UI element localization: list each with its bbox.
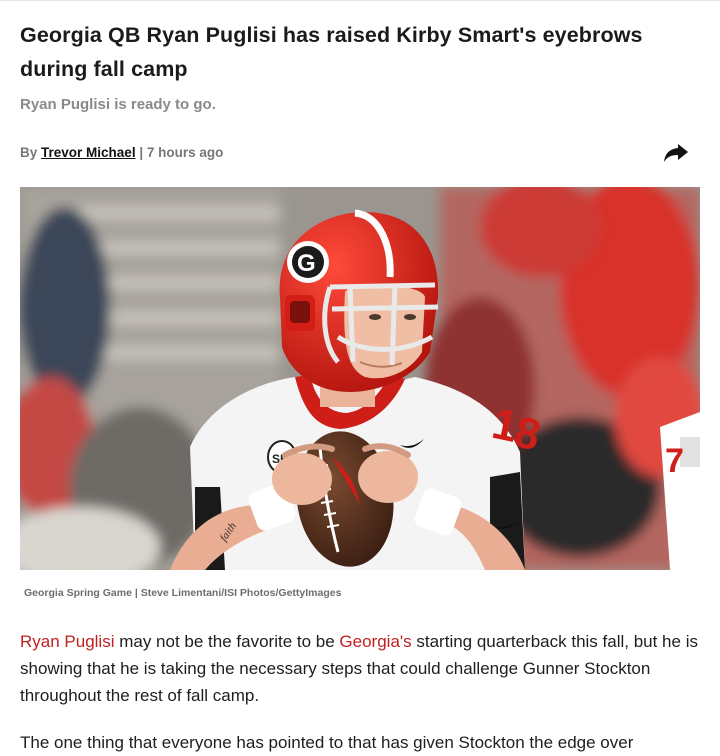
paragraph-1-text-a: may not be the favorite to be <box>114 632 340 651</box>
link-ryan-puglisi[interactable]: Ryan Puglisi <box>20 632 115 651</box>
paragraph-2: The one thing that everyone has pointed … <box>20 733 634 752</box>
svg-text:7: 7 <box>665 442 684 480</box>
paragraph-1: Ryan Puglisi may not be the favorite to … <box>20 628 700 709</box>
article-image: 7 1 8 SEC <box>20 187 700 570</box>
publish-time: 7 hours ago <box>146 145 224 160</box>
share-arrow-icon <box>664 144 688 162</box>
image-caption: Georgia Spring Game | Steve Limentani/IS… <box>24 587 342 599</box>
byline-separator: | <box>139 145 144 160</box>
article-subtitle: Ryan Puglisi is ready to go. <box>20 96 216 113</box>
share-button[interactable] <box>663 142 689 164</box>
byline-prefix: By <box>20 145 38 160</box>
top-divider <box>0 0 720 1</box>
author-link[interactable]: Trevor Michael <box>41 145 136 160</box>
quarterback-photo: 7 1 8 SEC <box>20 187 700 570</box>
link-georgias[interactable]: Georgia's <box>339 632 411 651</box>
article-title: Georgia QB Ryan Puglisi has raised Kirby… <box>20 23 643 81</box>
byline: By Trevor Michael | 7 hours ago <box>20 145 223 160</box>
svg-text:G: G <box>297 250 316 277</box>
